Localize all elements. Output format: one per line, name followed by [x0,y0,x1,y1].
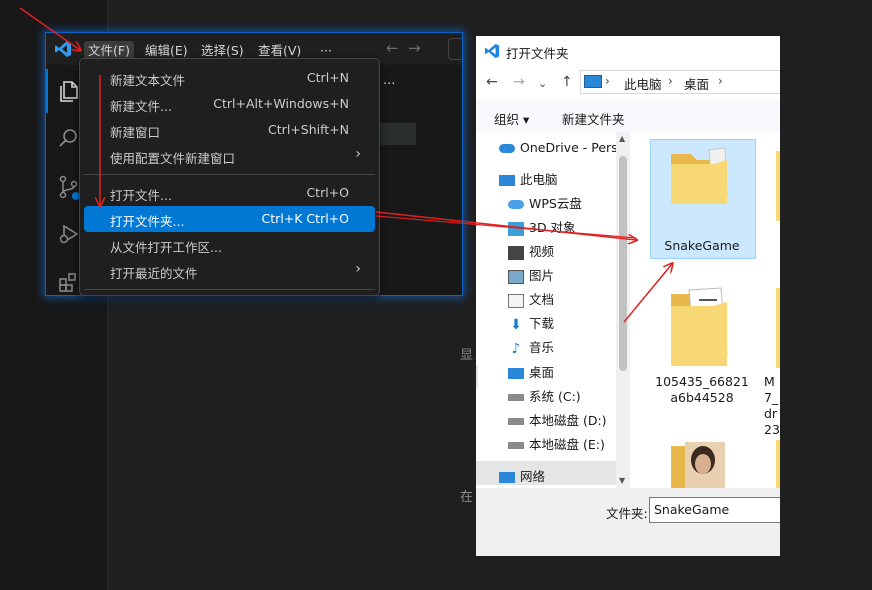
annotation-arrow [375,215,637,239]
annotation-arrow [375,211,636,240]
annotation-arrow [623,264,672,323]
annotation-arrow [19,7,80,50]
annotation-arrows [19,7,872,323]
